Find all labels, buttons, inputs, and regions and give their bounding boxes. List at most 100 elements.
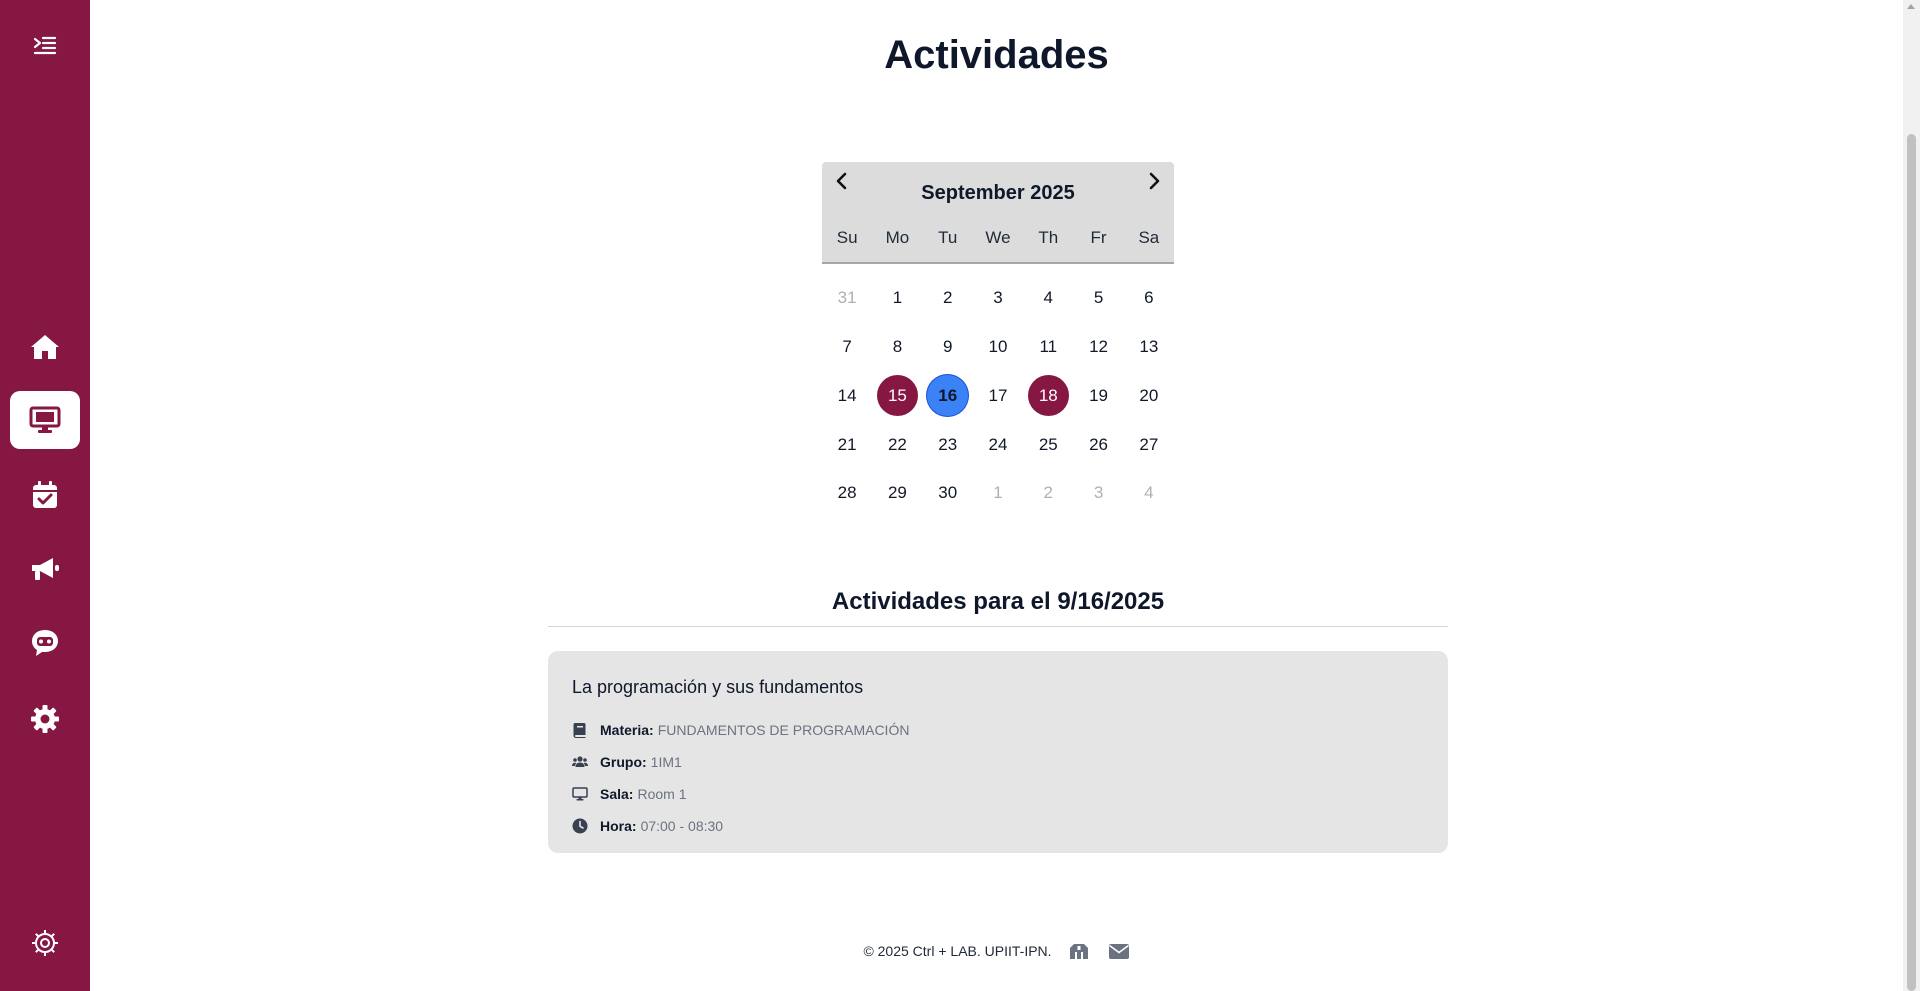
nav-home-button[interactable]	[10, 318, 80, 376]
weekday-label: Tu	[938, 228, 958, 247]
scroll-thumb[interactable]	[1907, 134, 1916, 991]
calendar-day[interactable]: 7	[822, 323, 872, 372]
activities-heading: Actividades para el 9/16/2025	[831, 588, 1165, 615]
nav-calendar-button[interactable]	[10, 466, 80, 524]
calendar-day-number: 19	[1089, 385, 1109, 405]
footer: © 2025 Ctrl + LAB. UPIIT-IPN.	[90, 942, 1903, 960]
calendar-day[interactable]: 26	[1073, 420, 1123, 469]
calendar-day-number: 17	[988, 385, 1008, 405]
calendar-day[interactable]: 30	[923, 469, 973, 518]
monitor-icon	[572, 787, 588, 801]
calendar-day-event[interactable]: 15	[872, 372, 922, 421]
calendar-day[interactable]: 27	[1124, 420, 1174, 469]
calendar-day[interactable]: 2	[1023, 469, 1073, 518]
nav-activities-button[interactable]	[10, 391, 80, 449]
calendar-day-number: 3	[1093, 483, 1104, 503]
settings-outline-icon	[32, 930, 58, 956]
weekday-label: Mo	[885, 228, 910, 247]
calendar-month-label: September 2025	[921, 182, 1075, 204]
calendar-day[interactable]: 9	[923, 323, 973, 372]
calendar-day[interactable]: 31	[822, 274, 872, 323]
group-label: Grupo:	[600, 754, 647, 770]
institution-link[interactable]	[1068, 942, 1090, 960]
calendar-day[interactable]: 29	[872, 469, 922, 518]
calendar-day[interactable]: 19	[1073, 372, 1123, 421]
calendar-day[interactable]: 6	[1124, 274, 1174, 323]
toggle-menu-button[interactable]	[10, 16, 80, 74]
calendar-check-icon	[33, 481, 57, 508]
scroll-up-arrow[interactable]	[1907, 4, 1915, 9]
room-row: Sala: Room 1	[572, 786, 687, 802]
calendar-day[interactable]: 11	[1023, 323, 1073, 372]
weekday-label: Sa	[1138, 228, 1160, 247]
calendar-day-today[interactable]: 16	[923, 372, 973, 421]
calendar-day[interactable]: 22	[872, 420, 922, 469]
calendar-day-number: 26	[1089, 434, 1109, 454]
calendar-day-number: 24	[988, 434, 1008, 454]
envelope-icon	[1108, 943, 1129, 959]
calendar-day[interactable]: 1	[872, 274, 922, 323]
calendar-day[interactable]: 20	[1124, 372, 1174, 421]
calendar-day[interactable]: 4	[1023, 274, 1073, 323]
calendar-day[interactable]: 12	[1073, 323, 1123, 372]
account-settings-button[interactable]	[10, 914, 80, 972]
calendar-day[interactable]: 25	[1023, 420, 1073, 469]
weekday-label: Su	[836, 228, 858, 247]
calendar-day-number: 3	[993, 288, 1003, 308]
calendar-day[interactable]: 23	[923, 420, 973, 469]
calendar-day[interactable]: 4	[1124, 469, 1174, 518]
calendar-day-event[interactable]: 18	[1023, 372, 1073, 421]
users-icon	[572, 756, 588, 767]
nav-announcements-button[interactable]	[10, 540, 80, 598]
calendar-day[interactable]: 14	[822, 372, 872, 421]
calendar-day[interactable]: 3	[973, 274, 1023, 323]
next-month-button[interactable]	[1140, 166, 1170, 196]
calendar-day-number: 22	[887, 434, 907, 454]
calendar-day-number: 1	[892, 288, 903, 308]
activity-card[interactable]: La programación y sus fundamentos Materi…	[548, 651, 1448, 853]
home-icon	[31, 335, 59, 359]
subject-row: Materia: FUNDAMENTOS DE PROGRAMACIÓN	[572, 722, 909, 738]
page-scrollbar[interactable]	[1903, 0, 1920, 991]
institution-icon	[1069, 944, 1088, 959]
nav-chatbot-button[interactable]	[10, 614, 80, 672]
chevron-right-icon	[1149, 172, 1160, 190]
calendar-day[interactable]: 1	[973, 469, 1023, 518]
footer-copyright: © 2025 Ctrl + LAB. UPIIT-IPN.	[863, 943, 1052, 959]
calendar-day-number: 2	[942, 288, 953, 308]
activity-title: La programación y sus fundamentos	[572, 677, 864, 697]
weekday-label: Th	[1038, 228, 1059, 247]
time-value: 07:00 - 08:30	[640, 818, 724, 834]
nav-settings-button[interactable]	[10, 690, 80, 748]
calendar-day-number: 31	[837, 288, 857, 308]
divider	[548, 626, 1448, 627]
calendar-day[interactable]: 28	[822, 469, 872, 518]
calendar-days-grid: 31 1 2 3 4 5 6 7 8 9 10 11 12 13 14 15 16 17 18 19 20 21 22 23 2…	[822, 264, 1174, 518]
calendar-day-number: 28	[837, 483, 857, 503]
calendar-day[interactable]: 13	[1124, 323, 1174, 372]
calendar-day-number: 29	[887, 483, 907, 503]
calendar-day-number: 30	[938, 483, 958, 503]
calendar-day-number: 27	[1139, 434, 1159, 454]
calendar-day-number: 18	[1027, 375, 1069, 417]
book-icon	[573, 723, 586, 738]
footer-icons	[1068, 942, 1130, 960]
chatbot-icon	[32, 630, 58, 656]
calendar-day[interactable]: 24	[973, 420, 1023, 469]
calendar-day-number: 21	[837, 434, 857, 454]
calendar-day[interactable]: 3	[1073, 469, 1123, 518]
calendar-day[interactable]: 17	[973, 372, 1023, 421]
calendar-day-number: 5	[1093, 288, 1104, 308]
calendar-day[interactable]: 2	[923, 274, 973, 323]
subject-label: Materia:	[600, 722, 654, 738]
calendar-day-number: 20	[1139, 385, 1159, 405]
calendar-day[interactable]: 21	[822, 420, 872, 469]
calendar-day-number: 6	[1144, 288, 1154, 308]
sidebar	[0, 0, 90, 991]
calendar-day-number: 13	[1139, 337, 1159, 357]
calendar-day[interactable]: 10	[973, 323, 1023, 372]
contact-email-link[interactable]	[1108, 943, 1130, 960]
calendar-day[interactable]: 5	[1073, 274, 1123, 323]
calendar-day[interactable]: 8	[872, 323, 922, 372]
room-label: Sala:	[600, 786, 634, 802]
